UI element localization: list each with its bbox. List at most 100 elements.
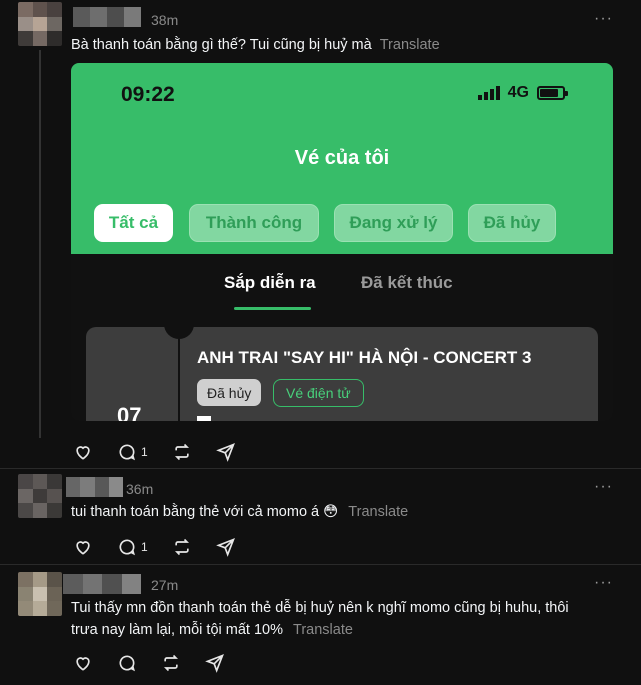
avatar-pixel (32, 601, 48, 616)
heart-icon (76, 657, 90, 671)
username-pixel (90, 7, 107, 27)
avatar-pixel (47, 601, 62, 616)
reply-count: 1 (141, 540, 148, 554)
like-button[interactable] (73, 442, 93, 462)
share-button[interactable] (205, 653, 225, 673)
repost-icon (174, 538, 189, 556)
username-pixel (108, 477, 123, 497)
username-pixel (121, 574, 141, 594)
send-icon (205, 654, 224, 673)
avatar-pixel (32, 2, 48, 17)
comment-icon (119, 655, 135, 672)
repost-button[interactable] (172, 442, 192, 462)
filter-chip-all: Tất cả (94, 204, 173, 242)
network-label: 4G (507, 84, 529, 101)
translate-link[interactable]: Translate (348, 504, 408, 520)
filter-chip-cancelled: Đã hủy (468, 204, 556, 242)
username-pixel (80, 477, 95, 497)
filter-chip-processing: Đang xử lý (334, 204, 453, 242)
avatar-pixel (18, 474, 33, 489)
heart-icon (76, 446, 90, 460)
avatar-pixel (18, 586, 33, 602)
avatar-pixel (47, 586, 62, 602)
username-pixel (63, 574, 83, 594)
reply-button[interactable]: 1 (117, 537, 148, 557)
signal-icon (477, 86, 502, 100)
ticket-type-badge: Vé điện tử (273, 379, 364, 407)
share-button[interactable] (215, 537, 236, 557)
username-pixel (102, 574, 122, 594)
send-icon (215, 443, 235, 462)
reply-button[interactable] (117, 653, 137, 673)
post-time: 38m (151, 12, 179, 28)
status-indicators: 4G (477, 84, 568, 102)
username-blurred[interactable] (66, 477, 123, 497)
avatar-pixel (47, 503, 62, 518)
username-blurred[interactable] (63, 574, 141, 594)
heart-icon (76, 541, 90, 555)
username-pixel (124, 7, 141, 27)
avatar-pixel (32, 503, 48, 518)
avatar-pixel (47, 31, 62, 46)
avatar-pixel (32, 31, 48, 46)
username-pixel (66, 477, 81, 497)
repost-button[interactable] (161, 653, 181, 673)
comment-body: Bà thanh toán bằng gì thế? Tui cũng bị h… (71, 37, 372, 53)
avatar-pixel (47, 474, 62, 489)
like-button[interactable] (73, 537, 93, 557)
avatar-pixel (47, 488, 62, 504)
reply-button[interactable]: 1 (117, 442, 148, 462)
avatar[interactable] (18, 572, 62, 616)
avatar-pixel (18, 503, 33, 518)
post-time: 27m (151, 577, 179, 593)
avatar[interactable] (18, 474, 62, 518)
avatar[interactable] (18, 2, 62, 46)
battery-icon (537, 86, 568, 100)
avatar-pixel (32, 572, 48, 587)
thread-line (39, 50, 41, 438)
comment-icon (119, 444, 135, 461)
translate-link[interactable]: Translate (380, 37, 440, 53)
attached-image[interactable]: 09:22 4G Vé của tôi Tất cả Thành công Đa… (71, 63, 613, 421)
repost-button[interactable] (172, 537, 192, 557)
avatar-pixel (47, 572, 62, 587)
more-options-icon[interactable]: ··· (594, 478, 613, 496)
comment-text: Bà thanh toán bằng gì thế? Tui cũng bị h… (71, 34, 440, 56)
comment-line-1: Tui thấy mn đồn thanh toán thẻ dễ bị huỷ… (71, 600, 569, 616)
subtab-upcoming: Sắp diễn ra (224, 273, 316, 292)
reply-count: 1 (141, 445, 148, 459)
post-actions: 1 (73, 442, 260, 462)
comment-body: tui thanh toán bằng thẻ với cả momo á 😳 (71, 504, 339, 520)
translate-link[interactable]: Translate (293, 622, 353, 638)
screen-title: Vé của tôi (294, 147, 390, 169)
repost-icon (163, 654, 179, 672)
avatar-pixel (47, 16, 62, 32)
filter-chip-success: Thành công (189, 204, 319, 242)
like-button[interactable] (73, 653, 93, 673)
username-pixel (73, 7, 90, 27)
more-options-icon[interactable]: ··· (594, 10, 613, 28)
comment-line-2: trưa nay làm lại, mỗi tội mất 10% Transl… (71, 619, 631, 641)
post-actions (73, 653, 249, 673)
more-options-icon[interactable]: ··· (594, 574, 613, 592)
status-time: 09:22 (121, 83, 175, 106)
username-blurred[interactable] (73, 7, 141, 27)
active-tab-indicator (234, 307, 311, 310)
ticket-info-fragment (197, 416, 211, 421)
repost-icon (174, 443, 189, 461)
share-button[interactable] (215, 442, 236, 462)
ticket-perforation (178, 339, 180, 421)
comment-icon (119, 539, 135, 556)
avatar-pixel (18, 572, 33, 587)
subtab-ended: Đã kết thúc (361, 273, 453, 292)
event-day: 07 (117, 403, 142, 421)
post-actions: 1 (73, 537, 260, 557)
post-divider (0, 468, 641, 469)
username-pixel (94, 477, 109, 497)
avatar-pixel (18, 16, 33, 32)
status-badge: Đã hủy (197, 379, 262, 406)
avatar-pixel (32, 586, 48, 602)
avatar-pixel (32, 474, 48, 489)
event-title: ANH TRAI "SAY HI" HÀ NỘI - CONCERT 3 (197, 348, 532, 367)
comment-text: Tui thấy mn đồn thanh toán thẻ dễ bị huỷ… (71, 597, 631, 641)
